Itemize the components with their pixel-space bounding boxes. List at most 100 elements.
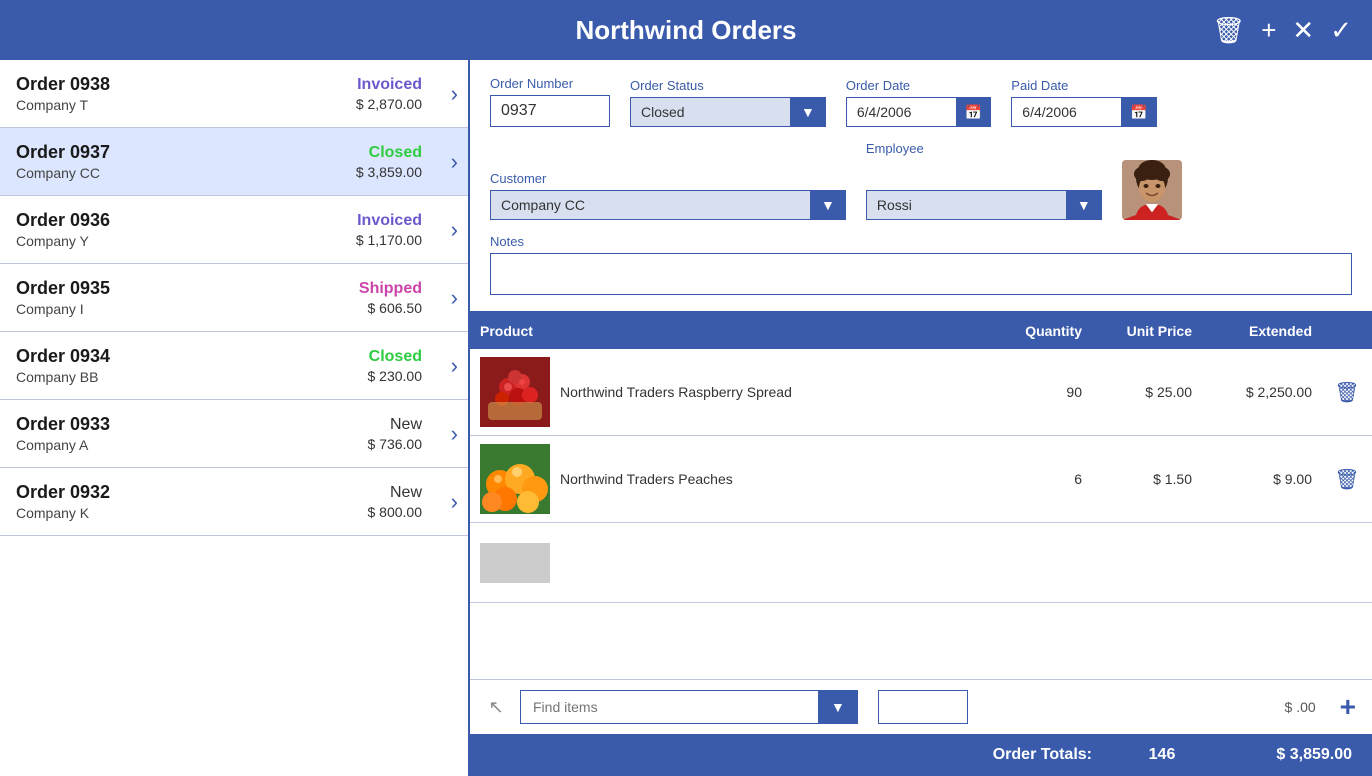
delete-icon[interactable]: 🗑 — [1212, 15, 1245, 46]
order-status-label: Order Status — [630, 78, 826, 93]
cancel-icon[interactable]: ✕ — [1292, 15, 1314, 46]
order-info: Order 0935 Company I — [16, 278, 359, 317]
th-extended: Extended — [1202, 323, 1322, 339]
th-product: Product — [470, 323, 550, 339]
order-company: Company CC — [16, 165, 356, 181]
order-amount: $ 800.00 — [368, 504, 423, 520]
product-thumb-cell — [470, 349, 550, 435]
order-company: Company Y — [16, 233, 356, 249]
totals-quantity: 146 — [1132, 746, 1192, 764]
order-list-item-order-0938[interactable]: Order 0938 Company T Invoiced $ 2,870.00… — [0, 60, 468, 128]
add-record-icon[interactable]: + — [1261, 15, 1276, 46]
customer-select[interactable]: Company CC Company A Company BB Company … — [490, 190, 810, 220]
chevron-right-icon: › — [451, 81, 458, 107]
totals-label: Order Totals: — [993, 746, 1092, 764]
order-list-item-order-0933[interactable]: Order 0933 Company A New $ 736.00 › — [0, 400, 468, 468]
employee-photo — [1122, 160, 1182, 220]
employee-dropdown-wrapper: Rossi Smith Jones ▼ — [866, 190, 1102, 220]
customer-label: Customer — [490, 171, 846, 186]
order-company: Company K — [16, 505, 368, 521]
add-row: ↖ ▼ $ .00 + — [470, 679, 1372, 734]
order-status-amount: Closed $ 230.00 — [368, 348, 423, 384]
order-info: Order 0936 Company Y — [16, 210, 356, 249]
product-thumb-peaches — [480, 444, 550, 514]
find-items-dropdown-btn[interactable]: ▼ — [818, 690, 858, 724]
order-amount: $ 1,170.00 — [356, 232, 422, 248]
order-status-amount: Closed $ 3,859.00 — [356, 144, 422, 180]
order-number-label: Order Number — [490, 76, 610, 91]
order-info: Order 0933 Company A — [16, 414, 368, 453]
order-number-input[interactable] — [490, 95, 610, 127]
table-header: Product Quantity Unit Price Extended — [470, 313, 1372, 349]
table-row: Northwind Traders Peaches 6 $ 1.50 $ 9.0… — [470, 436, 1372, 523]
order-amount: $ 230.00 — [368, 368, 423, 384]
chevron-right-icon: › — [451, 353, 458, 379]
order-number: Order 0934 — [16, 346, 368, 367]
notes-input[interactable] — [490, 253, 1352, 295]
find-items-input[interactable] — [520, 690, 818, 724]
order-status: Invoiced — [356, 212, 422, 230]
quantity-cell — [992, 555, 1092, 571]
quantity-cell: 90 — [992, 376, 1092, 408]
order-status-select[interactable]: Closed New Invoiced Shipped — [630, 97, 790, 127]
employee-dropdown-btn[interactable]: ▼ — [1066, 190, 1102, 220]
row-delete-cell: 🗑 — [1322, 459, 1372, 500]
confirm-icon[interactable]: ✓ — [1330, 15, 1352, 46]
order-list-item-order-0936[interactable]: Order 0936 Company Y Invoiced $ 1,170.00… — [0, 196, 468, 264]
right-panel: Order Number Order Status Closed New Inv… — [470, 60, 1372, 776]
order-list-item-order-0935[interactable]: Order 0935 Company I Shipped $ 606.50 › — [0, 264, 468, 332]
product-thumb-raspberry — [480, 357, 550, 427]
order-list-item-order-0934[interactable]: Order 0934 Company BB Closed $ 230.00 › — [0, 332, 468, 400]
app-container: Northwind Orders 🗑 + ✕ ✓ Order 0938 Comp… — [0, 0, 1372, 776]
paid-date-calendar-btn[interactable]: 📅 — [1121, 97, 1156, 127]
quantity-input[interactable] — [878, 690, 968, 724]
order-status-amount: Invoiced $ 1,170.00 — [356, 212, 422, 248]
find-items-wrapper: ▼ — [520, 690, 858, 724]
th-actions — [1322, 323, 1372, 339]
order-company: Company T — [16, 97, 356, 113]
extended-cell: $ 9.00 — [1202, 463, 1322, 495]
order-list-item-order-0932[interactable]: Order 0932 Company K New $ 800.00 › — [0, 468, 468, 536]
order-status-amount: New $ 736.00 — [368, 416, 423, 452]
order-status-amount: New $ 800.00 — [368, 484, 423, 520]
app-header: Northwind Orders 🗑 + ✕ ✓ — [0, 0, 1372, 60]
extended-cell — [1202, 555, 1322, 571]
chevron-right-icon: › — [451, 421, 458, 447]
table-body: Northwind Traders Raspberry Spread 90 $ … — [470, 349, 1372, 679]
totals-row: Order Totals: 146 $ 3,859.00 — [470, 734, 1372, 776]
order-status-dropdown-btn[interactable]: ▼ — [790, 97, 826, 127]
employee-select[interactable]: Rossi Smith Jones — [866, 190, 1066, 220]
price-display: $ .00 — [978, 699, 1316, 715]
order-list-item-order-0937[interactable]: Order 0937 Company CC Closed $ 3,859.00 … — [0, 128, 468, 196]
paid-date-input[interactable] — [1011, 97, 1121, 127]
order-date-input[interactable] — [846, 97, 956, 127]
form-area: Order Number Order Status Closed New Inv… — [470, 60, 1372, 313]
chevron-right-icon: › — [451, 149, 458, 175]
product-thumb-cell — [470, 535, 550, 591]
row-delete-icon[interactable]: 🗑 — [1334, 469, 1359, 491]
totals-amount: $ 3,859.00 — [1232, 746, 1352, 764]
quantity-cell: 6 — [992, 463, 1092, 495]
th-unit-price: Unit Price — [1092, 323, 1202, 339]
order-date-wrapper: 📅 — [846, 97, 991, 127]
order-number: Order 0933 — [16, 414, 368, 435]
table-area: Product Quantity Unit Price Extended — [470, 313, 1372, 776]
order-status: Shipped — [359, 280, 422, 298]
order-date-label: Order Date — [846, 78, 991, 93]
product-thumb-cell — [470, 436, 550, 522]
unit-price-cell: $ 25.00 — [1092, 376, 1202, 408]
form-row-1: Order Number Order Status Closed New Inv… — [490, 76, 1352, 127]
add-line-item-btn[interactable]: + — [1336, 693, 1360, 721]
unit-price-cell: $ 1.50 — [1092, 463, 1202, 495]
order-status: New — [368, 484, 423, 502]
order-list: Order 0938 Company T Invoiced $ 2,870.00… — [0, 60, 470, 776]
order-number: Order 0935 — [16, 278, 359, 299]
row-delete-cell — [1322, 555, 1372, 571]
table-row: Northwind Traders Raspberry Spread 90 $ … — [470, 349, 1372, 436]
row-delete-icon[interactable]: 🗑 — [1334, 382, 1359, 404]
customer-dropdown-btn[interactable]: ▼ — [810, 190, 846, 220]
order-date-calendar-btn[interactable]: 📅 — [956, 97, 991, 127]
extended-cell: $ 2,250.00 — [1202, 376, 1322, 408]
paid-date-wrapper: 📅 — [1011, 97, 1156, 127]
chevron-right-icon: › — [451, 489, 458, 515]
